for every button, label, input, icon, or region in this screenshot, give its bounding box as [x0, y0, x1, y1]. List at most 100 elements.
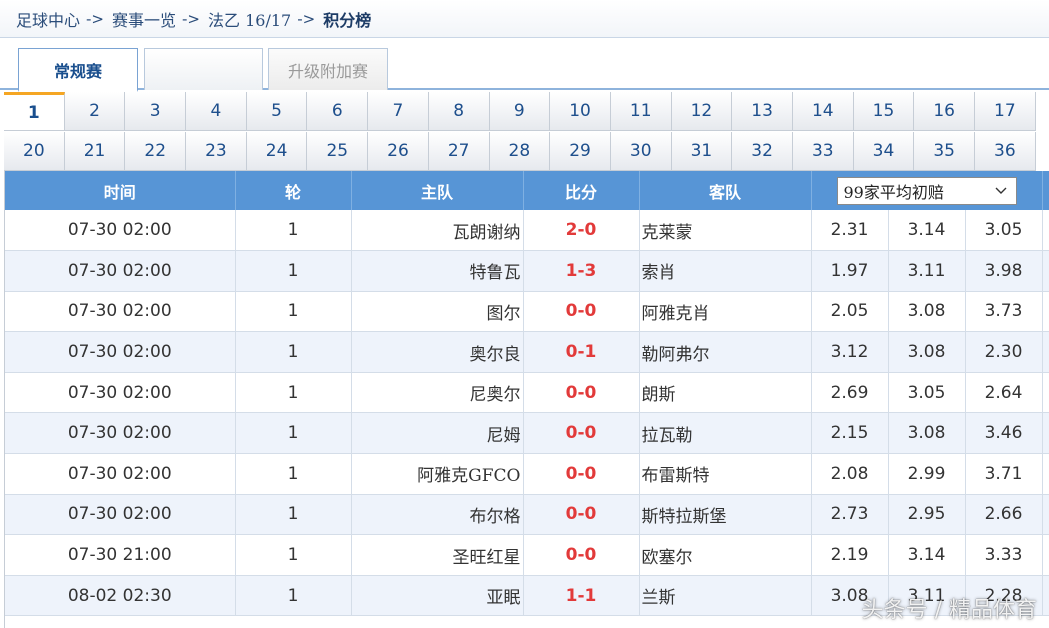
- home-team[interactable]: 阿雅克GFCO: [351, 453, 524, 495]
- round-button[interactable]: 15: [853, 92, 915, 131]
- home-team[interactable]: 尼姆: [351, 412, 524, 455]
- round-button[interactable]: 2: [64, 92, 126, 131]
- away-team[interactable]: 克莱蒙: [639, 210, 812, 252]
- round-button[interactable]: 4: [186, 92, 247, 131]
- round-button[interactable]: 12: [671, 92, 733, 131]
- round-button[interactable]: 35: [914, 132, 975, 171]
- match-time: 07-30 02:00: [5, 494, 236, 536]
- match-time: 07-30 02:00: [5, 331, 236, 373]
- round-button[interactable]: 28: [489, 132, 551, 171]
- round-button[interactable]: 6: [307, 92, 369, 131]
- round-button[interactable]: 10: [550, 92, 611, 131]
- round-button[interactable]: 1: [4, 92, 65, 131]
- away-team[interactable]: 欧塞尔: [639, 534, 812, 576]
- round-button[interactable]: 5: [246, 92, 308, 131]
- match-score[interactable]: 2-0: [523, 210, 640, 252]
- round-button[interactable]: 11: [610, 92, 672, 131]
- row-extra: [1042, 250, 1049, 292]
- match-round: 1: [235, 372, 352, 414]
- round-button[interactable]: 33: [792, 132, 854, 171]
- away-team[interactable]: 索肖: [639, 250, 812, 292]
- home-team[interactable]: 尼奥尔: [351, 372, 524, 414]
- round-button[interactable]: 36: [975, 132, 1036, 171]
- match-score[interactable]: 0-0: [523, 534, 640, 576]
- breadcrumb-separator: ->: [86, 9, 104, 28]
- home-team[interactable]: 瓦朗谢纳: [351, 210, 524, 252]
- round-button[interactable]: 7: [368, 92, 429, 131]
- home-team[interactable]: 圣旺红星: [351, 534, 524, 576]
- away-team[interactable]: 勒阿弗尔: [639, 331, 812, 373]
- table-row: 07-30 02:00 1 奥尔良 0-1 勒阿弗尔 3.12 3.08 2.30: [5, 331, 1049, 373]
- match-time: 07-30 21:00: [5, 534, 236, 576]
- round-button[interactable]: 14: [792, 92, 854, 131]
- row-extra: [1042, 412, 1049, 455]
- match-score[interactable]: 0-0: [523, 291, 640, 333]
- away-team[interactable]: 拉瓦勒: [639, 412, 812, 455]
- match-score[interactable]: 0-0: [523, 372, 640, 414]
- home-team[interactable]: 特鲁瓦: [351, 250, 524, 292]
- header-score: 比分: [523, 171, 640, 210]
- round-button[interactable]: 23: [186, 132, 247, 171]
- tab-regular-season[interactable]: 常规赛: [18, 48, 138, 92]
- breadcrumb-events[interactable]: 赛事一览: [112, 7, 176, 31]
- round-button[interactable]: 25: [307, 132, 369, 171]
- match-score[interactable]: 0-1: [523, 331, 640, 373]
- round-button[interactable]: 9: [489, 92, 551, 131]
- round-button[interactable]: 20: [4, 132, 65, 171]
- round-button[interactable]: 30: [610, 132, 672, 171]
- match-score[interactable]: 1-1: [523, 575, 640, 617]
- round-button[interactable]: 26: [368, 132, 429, 171]
- round-button[interactable]: 8: [428, 92, 490, 131]
- table-header-row: 时间 轮 主队 比分 客队 99家平均初赔: [5, 171, 1049, 210]
- away-team[interactable]: 阿雅克肖: [639, 291, 812, 333]
- table-row: 07-30 02:00 1 布尔格 0-0 斯特拉斯堡 2.73 2.95 2.66: [5, 494, 1049, 536]
- away-team[interactable]: 兰斯: [639, 575, 812, 617]
- breadcrumb-football-center[interactable]: 足球中心: [16, 7, 80, 31]
- tab-blank[interactable]: [144, 48, 263, 90]
- odds-company-select[interactable]: 99家平均初赔: [836, 176, 1017, 205]
- stage-tabs: 常规赛 升级附加赛: [0, 38, 1049, 92]
- round-button[interactable]: 34: [853, 132, 915, 171]
- odds-draw: 3.11: [888, 575, 966, 617]
- round-button[interactable]: 27: [428, 132, 490, 171]
- match-score[interactable]: 0-0: [523, 494, 640, 536]
- match-round: 1: [235, 534, 352, 576]
- round-button[interactable]: 32: [732, 132, 793, 171]
- round-button[interactable]: 3: [125, 92, 187, 131]
- odds-away: 2.66: [965, 494, 1043, 536]
- row-extra: [1042, 453, 1049, 495]
- round-button[interactable]: 17: [975, 92, 1036, 131]
- round-button[interactable]: 16: [914, 92, 975, 131]
- table-row: 07-30 02:00 1 尼姆 0-0 拉瓦勒 2.15 3.08 3.46: [5, 412, 1049, 455]
- match-time: 07-30 02:00: [5, 210, 236, 252]
- breadcrumb-standings: 积分榜: [323, 10, 372, 30]
- fixtures-table: 时间 轮 主队 比分 客队 99家平均初赔 07-30 02:00 1 瓦朗谢纳 2-…: [5, 171, 1049, 617]
- match-score[interactable]: 1-3: [523, 250, 640, 292]
- row-extra: [1042, 331, 1049, 373]
- breadcrumb-league[interactable]: 法乙 16/17: [208, 7, 291, 31]
- odds-draw: 2.95: [888, 494, 966, 536]
- round-button[interactable]: 21: [64, 132, 126, 171]
- round-button[interactable]: 24: [246, 132, 308, 171]
- odds-home: 3.12: [811, 331, 889, 373]
- home-team[interactable]: 亚眠: [351, 575, 524, 617]
- chevron-down-icon: [994, 184, 1008, 198]
- match-score[interactable]: 0-0: [523, 453, 640, 495]
- breadcrumb: 足球中心 -> 赛事一览 -> 法乙 16/17 -> 积分榜: [0, 0, 1049, 38]
- match-score[interactable]: 0-0: [523, 412, 640, 455]
- odds-draw: 3.11: [888, 250, 966, 292]
- away-team[interactable]: 布雷斯特: [639, 453, 812, 495]
- away-team[interactable]: 朗斯: [639, 372, 812, 414]
- home-team[interactable]: 奥尔良: [351, 331, 524, 373]
- home-team[interactable]: 布尔格: [351, 494, 524, 536]
- away-team[interactable]: 斯特拉斯堡: [639, 494, 812, 536]
- round-row: 1 2 3 4 5 6 7 8 9 10 11 12 13 14 15 16 17: [4, 92, 1036, 131]
- round-button[interactable]: 31: [671, 132, 733, 171]
- home-team[interactable]: 图尔: [351, 291, 524, 333]
- match-round: 1: [235, 210, 352, 252]
- tab-promotion-playoff[interactable]: 升级附加赛: [268, 48, 388, 90]
- round-button[interactable]: 13: [732, 92, 793, 131]
- odds-away: 3.73: [965, 291, 1043, 333]
- round-button[interactable]: 29: [550, 132, 611, 171]
- round-button[interactable]: 22: [125, 132, 187, 171]
